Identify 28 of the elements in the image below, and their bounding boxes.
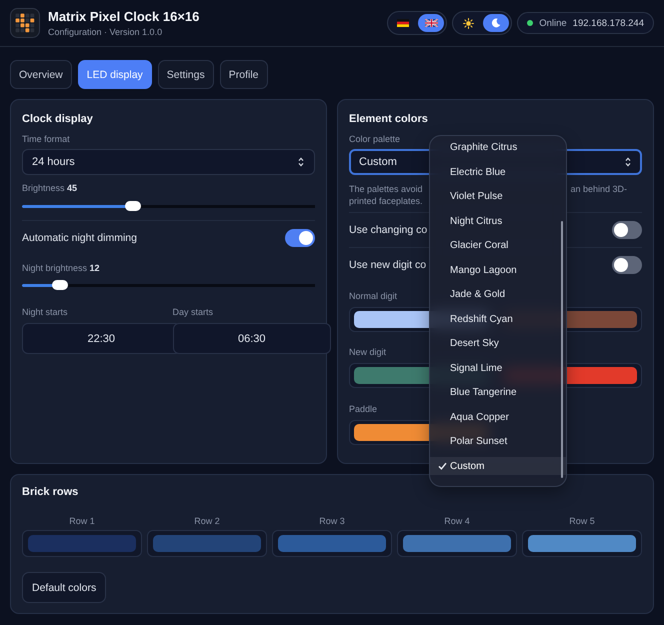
row-label: Row 1	[69, 515, 95, 527]
field-label: Day starts	[172, 306, 214, 318]
row-label: Row 5	[569, 515, 595, 527]
hint-text: The palettes avoid	[349, 183, 423, 195]
field-label: Normal digit	[349, 290, 398, 302]
card-title: Clock display	[22, 112, 93, 127]
field-label: Color palette	[349, 133, 400, 145]
card-title: Brick rows	[22, 485, 78, 500]
toggle-label: Automatic night dimming	[22, 232, 137, 244]
row-label: Row 3	[319, 515, 345, 527]
field-label: Time format	[22, 133, 70, 145]
field-label: New digit	[349, 346, 386, 358]
field-label: Paddle	[349, 403, 378, 415]
toggle-label: Use changing co	[349, 224, 428, 236]
toggle-label: Use new digit co	[349, 259, 426, 271]
slider-label: Brightness 45	[22, 182, 78, 194]
hint-text: an behind 3D-	[570, 183, 627, 195]
app-subtitle: Configuration · Version 1.0.0	[48, 26, 164, 38]
status-label: Online	[539, 18, 567, 28]
card-title: Element colors	[349, 112, 428, 127]
ip-address: 192.168.178.244	[572, 18, 644, 28]
row-label: Row 2	[194, 515, 220, 527]
select-value: Custom	[359, 156, 397, 168]
slider-label: Night brightness 12	[22, 262, 100, 274]
row-label: Row 4	[444, 515, 470, 527]
hint-text: printed faceplates.	[349, 195, 423, 207]
app-title: Matrix Pixel Clock 16×16	[48, 8, 200, 24]
field-label: Night starts	[22, 306, 68, 318]
